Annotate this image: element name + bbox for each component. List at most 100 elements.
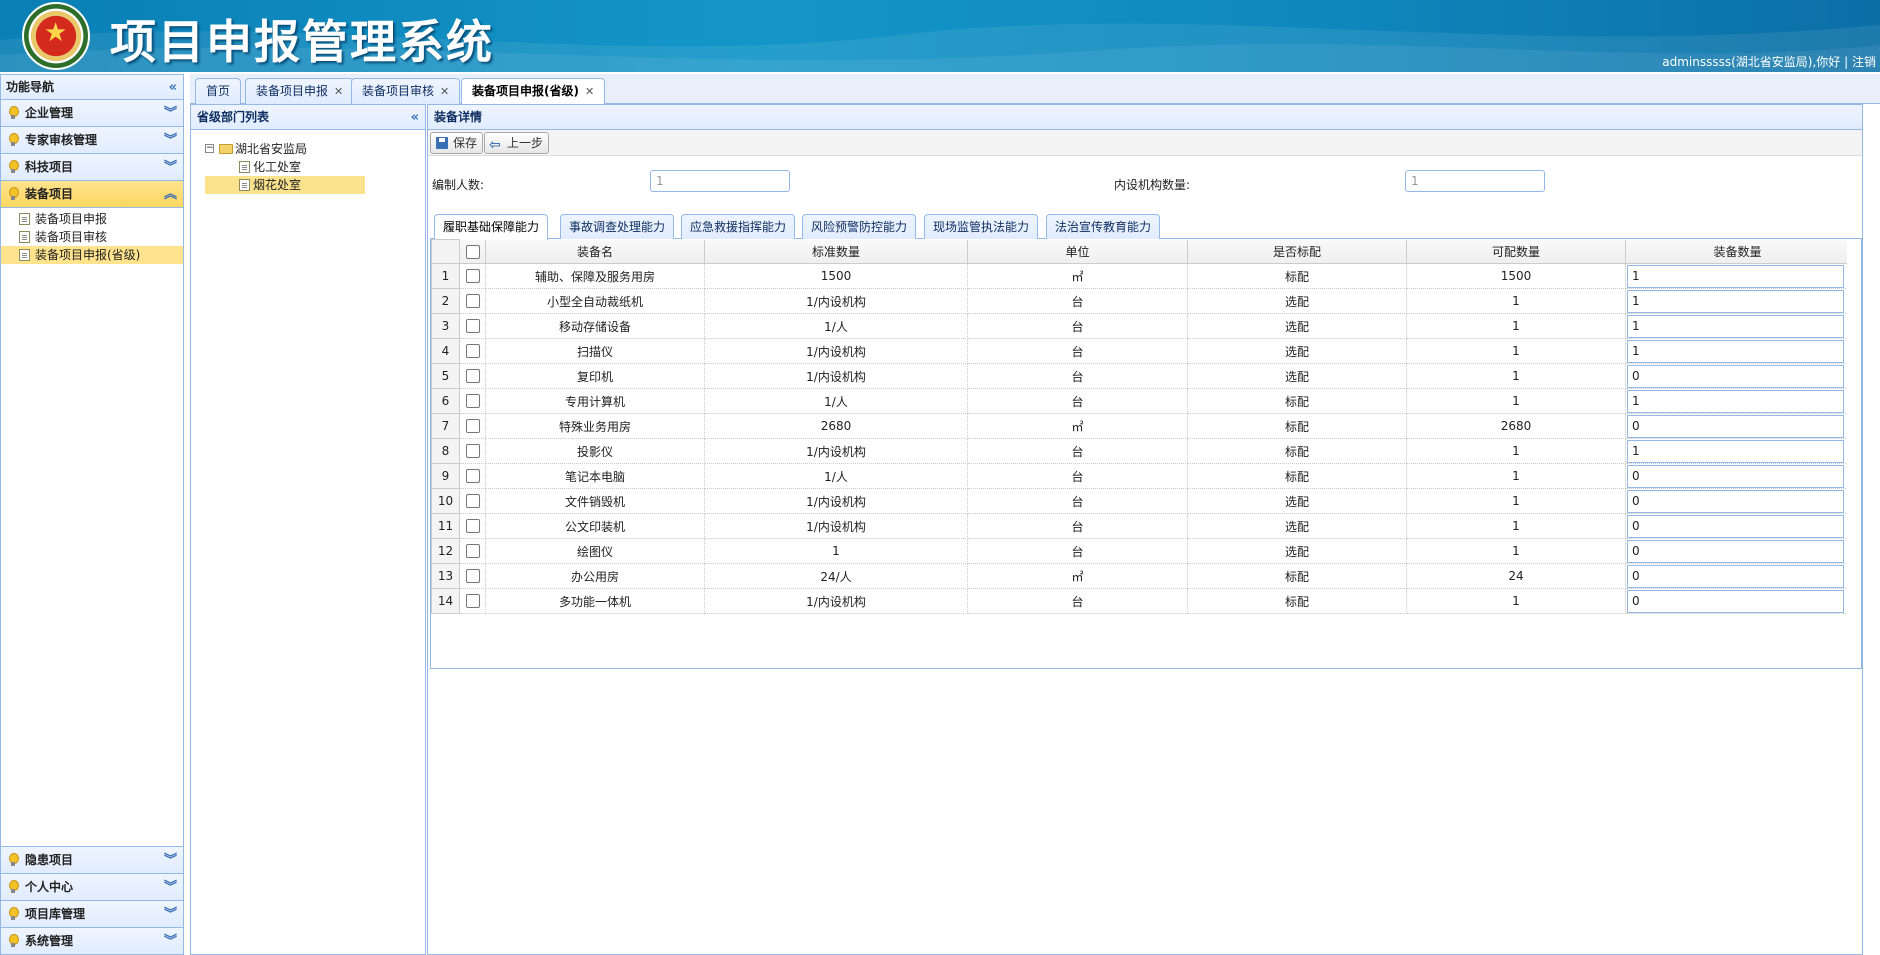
table-row[interactable]: 9 笔记本电脑 1/人台标配 1 0: [431, 463, 1850, 489]
capability-tab-2[interactable]: 应急救援指挥能力: [681, 214, 796, 239]
column-header-std[interactable]: 标准数量: [704, 239, 968, 264]
nav-group-0[interactable]: 企业管理 ︾: [1, 100, 183, 127]
cell-config-type: 标配: [1187, 388, 1407, 414]
tree-collapse-icon[interactable]: −: [205, 144, 214, 153]
nav-group-3[interactable]: 装备项目 ︽: [1, 181, 183, 208]
nav-item-0[interactable]: 装备项目申报: [1, 210, 183, 228]
tree-node-child[interactable]: 化工处室: [205, 158, 365, 176]
capability-tab-5[interactable]: 法治宣传教育能力: [1046, 214, 1161, 239]
chevron-down-icon[interactable]: ︾: [164, 100, 177, 127]
close-icon[interactable]: ✕: [440, 85, 449, 98]
collapse-left-icon[interactable]: «: [411, 105, 419, 130]
nav-group-bottom-3[interactable]: 系统管理 ︾: [1, 927, 183, 954]
table-row[interactable]: 2 小型全自动裁纸机 1/内设机构台选配 1 1: [431, 288, 1850, 314]
capability-tab-4[interactable]: 现场监管执法能力: [924, 214, 1039, 239]
row-checkbox[interactable]: [465, 519, 480, 534]
capability-tab-1[interactable]: 事故调查处理能力: [560, 214, 675, 239]
equipment-qty-input[interactable]: 0: [1627, 414, 1844, 438]
cell-config-type: 标配: [1187, 588, 1407, 614]
equipment-qty-input[interactable]: 1: [1627, 389, 1844, 413]
save-button[interactable]: 保存: [430, 132, 484, 154]
back-button[interactable]: ⇦ 上一步: [484, 132, 550, 154]
row-checkbox[interactable]: [465, 269, 480, 284]
row-checkbox[interactable]: [465, 344, 480, 359]
table-row[interactable]: 6 专用计算机 1/人台标配 1 1: [431, 388, 1850, 414]
logout-link[interactable]: 注销: [1852, 55, 1876, 69]
equipment-qty-input[interactable]: 0: [1627, 564, 1844, 588]
close-icon[interactable]: ✕: [334, 85, 343, 98]
row-checkbox[interactable]: [465, 294, 480, 309]
chevron-down-icon[interactable]: ︾: [164, 928, 177, 955]
chevron-down-icon[interactable]: ︾: [164, 154, 177, 181]
equipment-qty-input[interactable]: 1: [1627, 339, 1844, 363]
page-tab-0[interactable]: 首页: [195, 78, 242, 104]
close-icon[interactable]: ✕: [585, 85, 594, 98]
chevron-down-icon[interactable]: ︾: [164, 901, 177, 928]
equipment-qty-input[interactable]: 1: [1627, 289, 1844, 313]
equipment-qty-input[interactable]: 0: [1627, 364, 1844, 388]
org-count-input[interactable]: 1: [1405, 170, 1545, 192]
table-row[interactable]: 1 辅助、保障及服务用房 1500 ㎡标配 1500 1: [431, 263, 1850, 289]
column-header-unit[interactable]: 单位: [967, 239, 1188, 264]
nav-group-1[interactable]: 专家审核管理 ︾: [1, 127, 183, 154]
column-header-name[interactable]: 装备名: [485, 239, 705, 264]
page-tab-label: 装备项目申报(省级): [472, 84, 579, 98]
row-checkbox[interactable]: [465, 444, 480, 459]
row-checkbox[interactable]: [465, 419, 480, 434]
equipment-qty-input[interactable]: 0: [1627, 514, 1844, 538]
page-tab-3[interactable]: 装备项目申报(省级) ✕: [461, 78, 606, 105]
row-checkbox[interactable]: [465, 569, 480, 584]
tree-node-root[interactable]: − 湖北省安监局: [205, 140, 425, 158]
staff-count-input[interactable]: 1: [650, 170, 790, 192]
back-button-label: 上一步: [507, 136, 544, 150]
table-row[interactable]: 3 移动存储设备 1/人台选配 1 1: [431, 313, 1850, 339]
row-checkbox[interactable]: [465, 494, 480, 509]
system-title: 项目申报管理系统: [110, 15, 494, 69]
equipment-qty-input[interactable]: 1: [1627, 314, 1844, 338]
cell-std-quantity: 2680: [704, 413, 968, 439]
table-row[interactable]: 11 公文印装机 1/内设机构台选配 1 0: [431, 513, 1850, 539]
tree-node-child[interactable]: 烟花处室: [205, 176, 365, 194]
select-all-checkbox[interactable]: [465, 244, 480, 259]
equipment-qty-input[interactable]: 0: [1627, 464, 1844, 488]
row-checkbox[interactable]: [465, 594, 480, 609]
column-header-avail[interactable]: 可配数量: [1406, 239, 1626, 264]
page-tab-1[interactable]: 装备项目申报 ✕: [245, 78, 355, 104]
table-row[interactable]: 5 复印机 1/内设机构台选配 1 0: [431, 363, 1850, 389]
page-tab-2[interactable]: 装备项目审核 ✕: [351, 78, 461, 104]
chevron-down-icon[interactable]: ︾: [164, 127, 177, 154]
equipment-qty-input[interactable]: 0: [1627, 589, 1844, 613]
nav-item-1[interactable]: 装备项目审核: [1, 228, 183, 246]
chevron-down-icon[interactable]: ︾: [164, 847, 177, 874]
equipment-qty-input[interactable]: 1: [1627, 264, 1844, 288]
row-checkbox[interactable]: [465, 469, 480, 484]
cell-unit: ㎡: [967, 263, 1188, 289]
cell-config-type: 标配: [1187, 263, 1407, 289]
column-header-qty[interactable]: 装备数量: [1625, 239, 1850, 264]
collapse-left-icon[interactable]: «: [169, 75, 177, 100]
capability-tab-0[interactable]: 履职基础保障能力: [434, 214, 549, 240]
equipment-qty-input[interactable]: 0: [1627, 539, 1844, 563]
nav-group-bottom-2[interactable]: 项目库管理 ︾: [1, 900, 183, 927]
row-checkbox[interactable]: [465, 369, 480, 384]
nav-item-2[interactable]: 装备项目申报(省级): [1, 246, 183, 264]
column-header-type[interactable]: 是否标配: [1187, 239, 1407, 264]
nav-group-2[interactable]: 科技项目 ︾: [1, 154, 183, 181]
equipment-qty-input[interactable]: 1: [1627, 439, 1844, 463]
capability-tab-3[interactable]: 风险预警防控能力: [802, 214, 917, 239]
chevron-down-icon[interactable]: ︾: [164, 874, 177, 901]
table-row[interactable]: 4 扫描仪 1/内设机构台选配 1 1: [431, 338, 1850, 364]
table-row[interactable]: 12 绘图仪 1 台选配 1 0: [431, 538, 1850, 564]
nav-group-bottom-0[interactable]: 隐患项目 ︾: [1, 846, 183, 873]
row-checkbox[interactable]: [465, 544, 480, 559]
row-checkbox[interactable]: [465, 319, 480, 334]
nav-group-bottom-1[interactable]: 个人中心 ︾: [1, 873, 183, 900]
row-checkbox[interactable]: [465, 394, 480, 409]
table-row[interactable]: 14 多功能一体机 1/内设机构台标配 1 0: [431, 588, 1850, 614]
table-row[interactable]: 7 特殊业务用房 2680 ㎡标配 2680 0: [431, 413, 1850, 439]
equipment-qty-input[interactable]: 0: [1627, 489, 1844, 513]
table-row[interactable]: 8 投影仪 1/内设机构台标配 1 1: [431, 438, 1850, 464]
table-row[interactable]: 13 办公用房 24/人㎡标配 24 0: [431, 563, 1850, 589]
table-row[interactable]: 10 文件销毁机 1/内设机构台选配 1 0: [431, 488, 1850, 514]
chevron-up-icon[interactable]: ︽: [164, 181, 177, 208]
